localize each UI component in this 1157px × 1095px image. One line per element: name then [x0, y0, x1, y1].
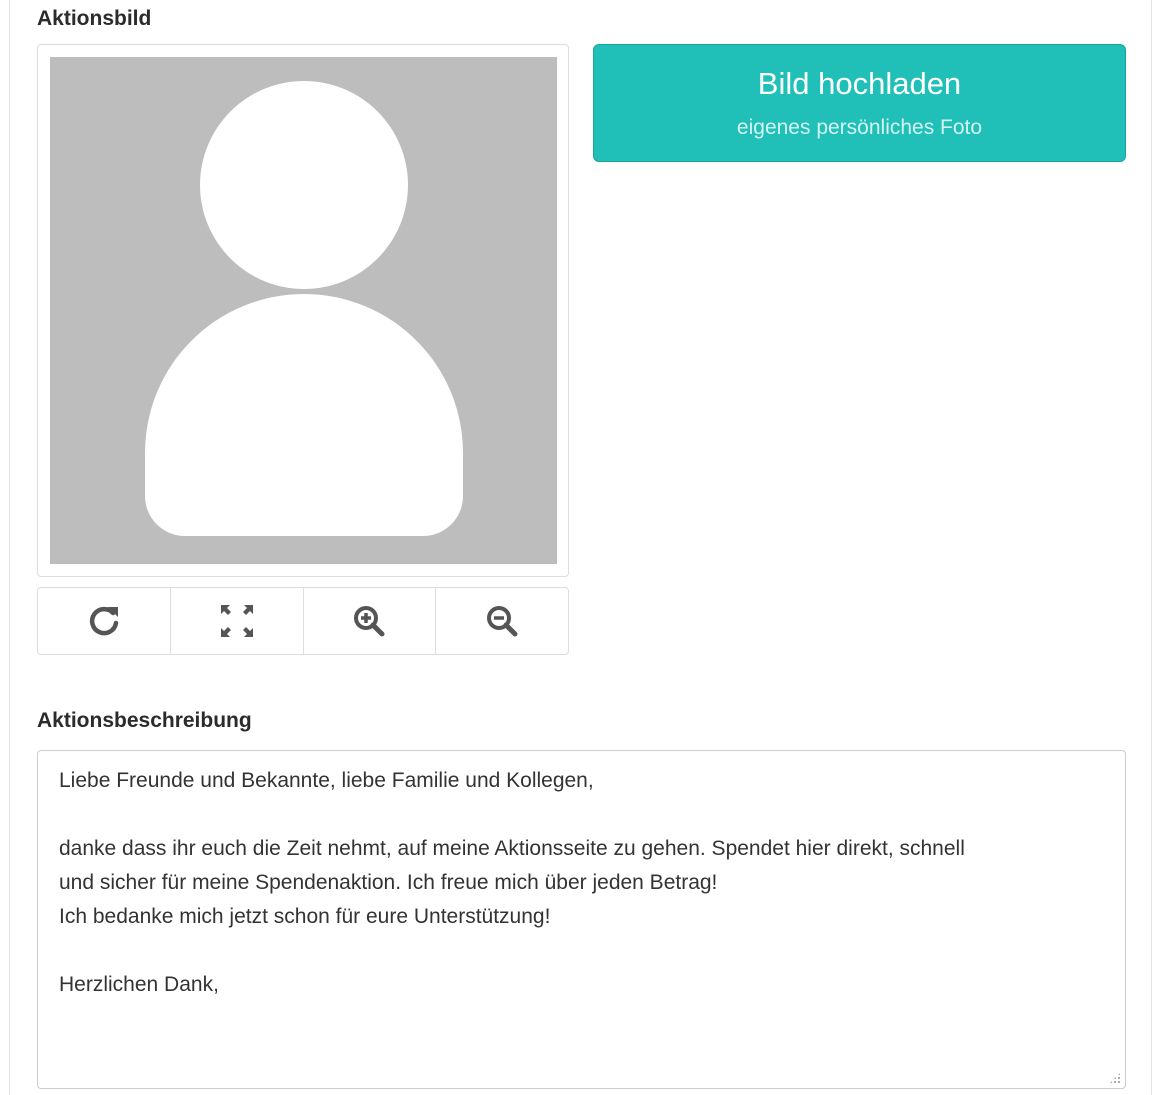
description-line	[59, 934, 1104, 968]
avatar-head-shape	[200, 81, 408, 289]
panel-border-right	[1151, 0, 1152, 1095]
zoom-out-button[interactable]	[436, 588, 568, 654]
image-preview-frame	[37, 44, 569, 577]
zoom-out-icon	[487, 606, 518, 637]
description-line: danke dass ihr euch die Zeit nehmt, auf …	[59, 837, 965, 860]
resize-grip-icon[interactable]	[1109, 1072, 1121, 1084]
zoom-in-button[interactable]	[304, 588, 437, 654]
description-label: Aktionsbeschreibung	[37, 709, 252, 732]
avatar-placeholder-image	[50, 57, 557, 564]
rotate-icon	[89, 606, 119, 636]
panel-border-left	[9, 0, 10, 1095]
description-line: Ich bedanke mich jetzt schon für eure Un…	[59, 905, 551, 928]
image-section-label: Aktionsbild	[37, 7, 152, 30]
zoom-in-icon	[354, 606, 385, 637]
description-textarea[interactable]: Liebe Freunde und Bekannte, liebe Famili…	[37, 750, 1126, 1089]
description-line: Liebe Freunde und Bekannte, liebe Famili…	[59, 769, 594, 792]
rotate-button[interactable]	[38, 588, 171, 654]
avatar-body-shape	[145, 294, 463, 536]
fit-button[interactable]	[171, 588, 304, 654]
upload-image-button[interactable]: Bild hochladen eigenes persönliches Foto	[593, 44, 1126, 162]
description-line: und sicher für meine Spendenaktion. Ich …	[59, 871, 718, 894]
image-tools-group	[37, 587, 569, 655]
description-line: Herzlichen Dank,	[59, 973, 219, 996]
upload-button-subtitle: eigenes persönliches Foto	[736, 116, 983, 139]
upload-button-title: Bild hochladen	[757, 66, 962, 101]
expand-arrows-icon	[220, 605, 253, 637]
description-line	[59, 798, 1104, 832]
